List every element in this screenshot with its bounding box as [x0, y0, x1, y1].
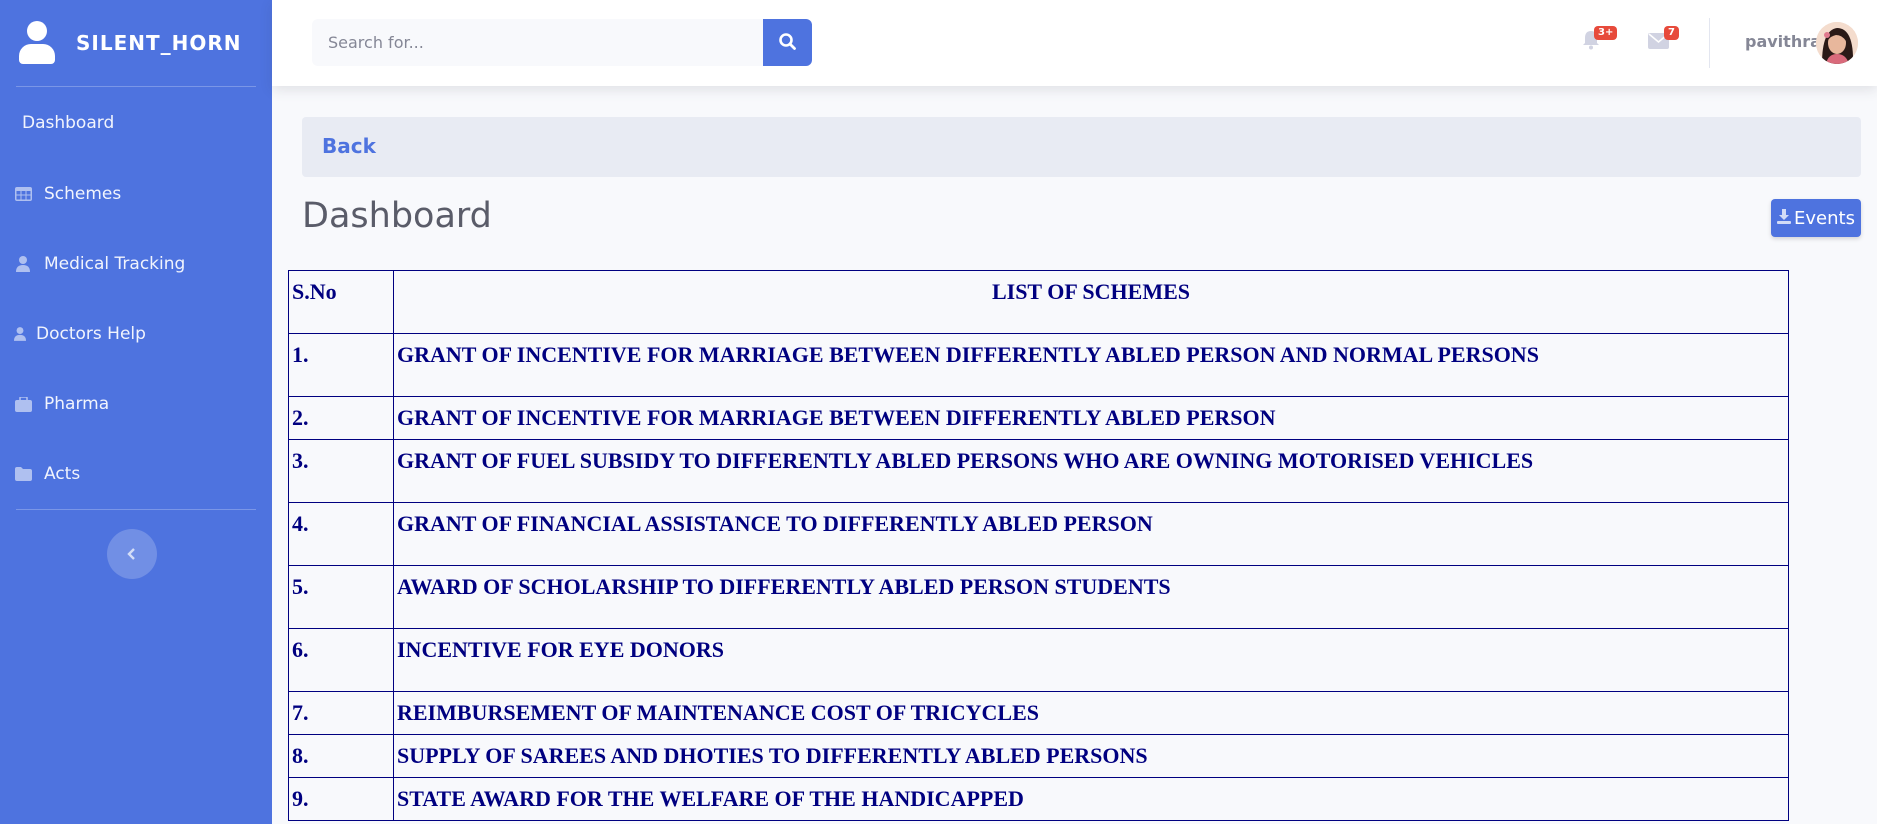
row-sno: 1. [288, 333, 394, 397]
row-sno: 7. [288, 691, 394, 735]
events-label: Events [1794, 207, 1855, 229]
sidebar-item-label: Pharma [44, 394, 110, 414]
table-row[interactable]: 3. GRANT OF FUEL SUBSIDY TO DIFFERENTLY … [288, 439, 1789, 503]
sidebar-item-label: Medical Tracking [44, 254, 186, 274]
brand[interactable]: SILENT_HORN [0, 0, 272, 86]
row-sno: 3. [288, 439, 394, 503]
topbar-divider [1709, 18, 1710, 68]
row-sno: 5. [288, 565, 394, 629]
row-sno: 4. [288, 502, 394, 566]
alerts-button[interactable]: 3+ [1582, 26, 1618, 52]
sidebar-item-doctors-help[interactable]: Doctors Help [0, 299, 272, 369]
brand-name: SILENT_HORN [76, 31, 242, 55]
back-link[interactable]: Back [322, 134, 376, 158]
messages-badge: 7 [1664, 26, 1679, 40]
sidebar-item-label: Acts [44, 464, 81, 484]
search-input[interactable] [312, 19, 763, 66]
sidebar-item-label: Doctors Help [36, 324, 146, 344]
messages-button[interactable]: 7 [1648, 26, 1679, 52]
page-title: Dashboard [302, 196, 492, 236]
sidebar-item-medical-tracking[interactable]: Medical Tracking [0, 229, 272, 299]
chevron-left-icon [127, 545, 137, 564]
user-icon [18, 21, 56, 65]
column-header-schemes: LIST OF SCHEMES [393, 270, 1789, 334]
user-icon [14, 326, 26, 342]
row-scheme[interactable]: REIMBURSEMENT OF MAINTENANCE COST OF TRI… [393, 691, 1789, 735]
avatar[interactable] [1816, 22, 1858, 64]
row-scheme[interactable]: AWARD OF SCHOLARSHIP TO DIFFERENTLY ABLE… [393, 565, 1789, 629]
row-scheme[interactable]: GRANT OF FINANCIAL ASSISTANCE TO DIFFERE… [393, 502, 1789, 566]
row-sno: 9. [288, 777, 394, 821]
row-scheme[interactable]: GRANT OF FUEL SUBSIDY TO DIFFERENTLY ABL… [393, 439, 1789, 503]
row-scheme[interactable]: SUPPLY OF SAREES AND DHOTIES TO DIFFEREN… [393, 734, 1789, 778]
briefcase-icon [14, 396, 32, 412]
user-icon [14, 256, 32, 272]
row-sno: 2. [288, 396, 394, 440]
search-icon [779, 32, 796, 53]
sidebar-item-acts[interactable]: Acts [0, 439, 272, 509]
table-row[interactable]: 4. GRANT OF FINANCIAL ASSISTANCE TO DIFF… [288, 502, 1789, 566]
column-header-sno: S.No [288, 270, 394, 334]
row-scheme[interactable]: GRANT OF INCENTIVE FOR MARRIAGE BETWEEN … [393, 333, 1789, 397]
row-scheme[interactable]: GRANT OF INCENTIVE FOR MARRIAGE BETWEEN … [393, 396, 1789, 440]
table-row[interactable]: 6. INCENTIVE FOR EYE DONORS [288, 628, 1789, 692]
row-sno: 6. [288, 628, 394, 692]
search-button[interactable] [763, 19, 812, 66]
table-row[interactable]: 9. STATE AWARD FOR THE WELFARE OF THE HA… [288, 777, 1789, 821]
topbar: 3+ 7 pavithra [272, 0, 1877, 86]
sidebar-item-label: Dashboard [22, 113, 115, 133]
table-row[interactable]: 5. AWARD OF SCHOLARSHIP TO DIFFERENTLY A… [288, 565, 1789, 629]
sidebar-item-dashboard[interactable]: Dashboard [0, 87, 272, 159]
table-row[interactable]: 8. SUPPLY OF SAREES AND DHOTIES TO DIFFE… [288, 734, 1789, 778]
sidebar-item-label: Schemes [44, 184, 122, 204]
sidebar: SILENT_HORN Dashboard Schemes Medical Tr… [0, 0, 272, 824]
folder-icon [14, 466, 32, 482]
sidebar-divider [16, 509, 256, 510]
row-scheme[interactable]: INCENTIVE FOR EYE DONORS [393, 628, 1789, 692]
table-icon [14, 186, 32, 202]
table-row[interactable]: 2. GRANT OF INCENTIVE FOR MARRIAGE BETWE… [288, 396, 1789, 440]
table-row[interactable]: 1. GRANT OF INCENTIVE FOR MARRIAGE BETWE… [288, 333, 1789, 397]
username[interactable]: pavithra [1745, 32, 1821, 51]
alerts-badge: 3+ [1594, 26, 1618, 40]
row-sno: 8. [288, 734, 394, 778]
events-button[interactable]: Events [1771, 199, 1861, 237]
row-scheme[interactable]: STATE AWARD FOR THE WELFARE OF THE HANDI… [393, 777, 1789, 821]
sidebar-item-schemes[interactable]: Schemes [0, 159, 272, 229]
download-icon [1777, 208, 1792, 229]
breadcrumb: Back [302, 117, 1861, 177]
sidebar-toggle-button[interactable] [107, 529, 157, 579]
schemes-table: S.No LIST OF SCHEMES 1. GRANT OF INCENTI… [288, 270, 1789, 821]
table-row[interactable]: 7. REIMBURSEMENT OF MAINTENANCE COST OF … [288, 691, 1789, 735]
sidebar-item-pharma[interactable]: Pharma [0, 369, 272, 439]
search-bar [312, 19, 812, 66]
table-header-row: S.No LIST OF SCHEMES [288, 270, 1789, 334]
